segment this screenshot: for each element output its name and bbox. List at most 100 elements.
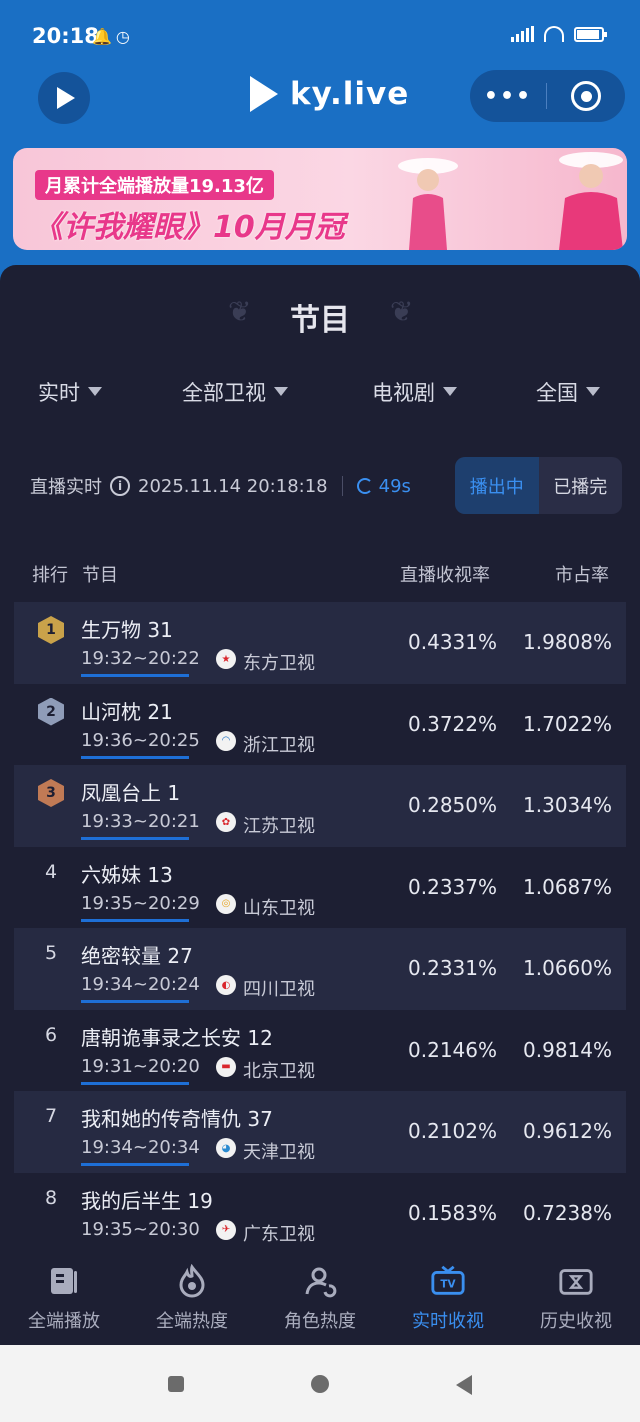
back-button[interactable]	[456, 1375, 472, 1395]
filter-genre[interactable]: 电视剧	[372, 377, 457, 407]
status-right-icons	[511, 26, 607, 42]
home-button[interactable]	[311, 1375, 329, 1393]
promo-banner[interactable]: 月累计全端播放量19.13亿 《许我耀眼》10月月冠	[13, 148, 627, 250]
dongfang-logo-icon: ★	[216, 649, 236, 669]
rating-value: 0.2850%	[408, 793, 497, 817]
divider	[341, 476, 343, 496]
share-value: 0.9814%	[523, 1037, 612, 1062]
share-value: 1.0660%	[523, 956, 612, 980]
rank-number: 6	[44, 1023, 58, 1046]
banner-headline: 月累计全端播放量19.13亿	[35, 170, 274, 200]
nav-label: 历史收视	[540, 1311, 612, 1332]
banner-actress-image	[398, 158, 458, 250]
nav-all-platform-heat[interactable]: 全端热度	[128, 1255, 256, 1345]
history-tv-icon	[558, 1263, 594, 1299]
bottom-nav: 全端播放 全端热度 角色热度 TV 实时收视 历史收视	[0, 1255, 640, 1345]
rank-number: 5	[44, 942, 58, 964]
rank-badge-silver: 2	[38, 697, 64, 726]
column-rating[interactable]: 直播收视率	[400, 561, 490, 587]
progress-bar	[81, 1163, 189, 1166]
app-logo-button[interactable]	[38, 72, 90, 124]
rank-number: 4	[44, 860, 58, 883]
nav-live-ratings[interactable]: TV 实时收视	[384, 1255, 512, 1345]
rating-value: 0.3722%	[408, 711, 497, 736]
status-time: 20:18	[32, 24, 99, 48]
nav-label: 全端热度	[156, 1311, 228, 1332]
refresh-button[interactable]: 49s	[356, 475, 411, 497]
rank-number: 8	[44, 1186, 58, 1209]
nav-history-ratings[interactable]: 历史收视	[512, 1255, 640, 1345]
table-row[interactable]: 6 唐朝诡事录之长安 12 19:31~20:20 ▬ 北京卫视 0.2146%…	[14, 1010, 626, 1092]
table-row[interactable]: 5 绝密较量 27 19:34~20:24 ◐ 四川卫视 0.2331% 1.0…	[14, 928, 626, 1010]
progress-bar	[81, 755, 189, 759]
nav-all-platform-plays[interactable]: 全端播放	[0, 1255, 128, 1345]
recents-button[interactable]	[168, 1376, 184, 1392]
program-time: 19:33~20:21	[81, 811, 200, 832]
ratings-card: ❦ 节目 ❦ 实时 全部卫视 电视剧 全国 直播实时 i 2025.11.14 …	[0, 265, 640, 1255]
progress-bar	[81, 674, 189, 677]
share-value: 1.3034%	[523, 793, 612, 817]
caret-down-icon	[274, 386, 288, 396]
share-value: 1.0687%	[523, 874, 612, 899]
rank-badge-bronze: 3	[38, 779, 64, 807]
share-value: 0.7238%	[523, 1200, 612, 1225]
table-row[interactable]: 8 我的后半生 19 19:35~20:30 ✈ 广东卫视 0.1583% 0.…	[14, 1173, 626, 1255]
refresh-countdown: 49s	[378, 475, 411, 497]
caret-down-icon	[586, 386, 600, 396]
more-button[interactable]: •••	[470, 84, 546, 109]
table-row[interactable]: 3 凤凰台上 1 19:33~20:21 ✿ 江苏卫视 0.2850% 1.30…	[14, 765, 626, 847]
table-row[interactable]: 1 生万物 31 19:32~20:22 ★ 东方卫视 0.4331% 1.98…	[14, 602, 626, 684]
svg-text:TV: TV	[440, 1279, 455, 1291]
system-nav-bar	[0, 1345, 640, 1422]
program-title: 绝密较量 27	[81, 944, 193, 968]
filter-region[interactable]: 全国	[536, 377, 600, 407]
program-time: 19:35~20:29	[81, 892, 200, 914]
filter-period[interactable]: 实时	[38, 377, 102, 407]
live-timestamp: 2025.11.14 20:18:18	[138, 475, 328, 497]
tianjin-logo-icon: ◕	[216, 1138, 236, 1158]
table-row[interactable]: 2 山河枕 21 19:36~20:25 ◠ 浙江卫视 0.3722% 1.70…	[14, 684, 626, 766]
play-logo-icon	[57, 87, 75, 109]
progress-bar	[81, 837, 189, 840]
jiangsu-logo-icon: ✿	[216, 812, 236, 832]
miniapp-capsule: •••	[470, 70, 625, 122]
brand: ky.live	[246, 74, 409, 114]
ratings-table: 1 生万物 31 19:32~20:22 ★ 东方卫视 0.4331% 1.98…	[14, 602, 626, 1254]
rating-value: 0.4331%	[408, 630, 497, 654]
table-header: 排行 节目 直播收视率 市占率	[0, 561, 640, 587]
channel-name: 浙江卫视	[243, 734, 315, 756]
tab-finished[interactable]: 已播完	[539, 457, 623, 514]
rating-value: 0.1583%	[408, 1200, 497, 1225]
table-row[interactable]: 4 六姊妹 13 19:35~20:29 ◎ 山东卫视 0.2337% 1.06…	[14, 847, 626, 929]
progress-bar	[81, 1000, 189, 1003]
channel-name: 四川卫视	[243, 979, 315, 1000]
channel-name: 北京卫视	[243, 1060, 315, 1082]
info-icon[interactable]: i	[110, 476, 130, 496]
table-row[interactable]: 7 我和她的传奇情仇 37 19:34~20:34 ◕ 天津卫视 0.2102%…	[14, 1091, 626, 1173]
nav-label: 实时收视	[412, 1311, 484, 1332]
nav-label: 全端播放	[28, 1311, 100, 1332]
channel-name: 山东卫视	[243, 897, 315, 919]
notification-icons: 🔔◷	[92, 27, 134, 46]
flame-icon	[174, 1263, 210, 1299]
filter-channel[interactable]: 全部卫视	[182, 377, 288, 407]
rating-value: 0.2102%	[408, 1119, 497, 1143]
column-program: 节目	[82, 565, 118, 586]
shandong-logo-icon: ◎	[216, 893, 236, 914]
brand-logo-icon	[246, 74, 282, 114]
user-refresh-icon	[302, 1263, 338, 1299]
wifi-icon	[544, 26, 564, 42]
tab-on-air[interactable]: 播出中	[455, 457, 539, 514]
share-value: 0.9612%	[523, 1119, 612, 1143]
column-share[interactable]: 市占率	[555, 561, 609, 587]
close-miniapp-button[interactable]	[547, 81, 625, 111]
caret-down-icon	[88, 386, 102, 396]
guangdong-logo-icon: ✈	[216, 1219, 236, 1240]
book-icon	[46, 1263, 82, 1299]
zhejiang-logo-icon: ◠	[216, 730, 236, 751]
channel-name: 江苏卫视	[243, 816, 315, 837]
nav-role-heat[interactable]: 角色热度	[256, 1255, 384, 1345]
signal-icon	[511, 26, 534, 42]
live-info: 直播实时 i 2025.11.14 20:18:18 49s	[30, 473, 411, 499]
program-time: 19:34~20:34	[81, 1137, 200, 1158]
